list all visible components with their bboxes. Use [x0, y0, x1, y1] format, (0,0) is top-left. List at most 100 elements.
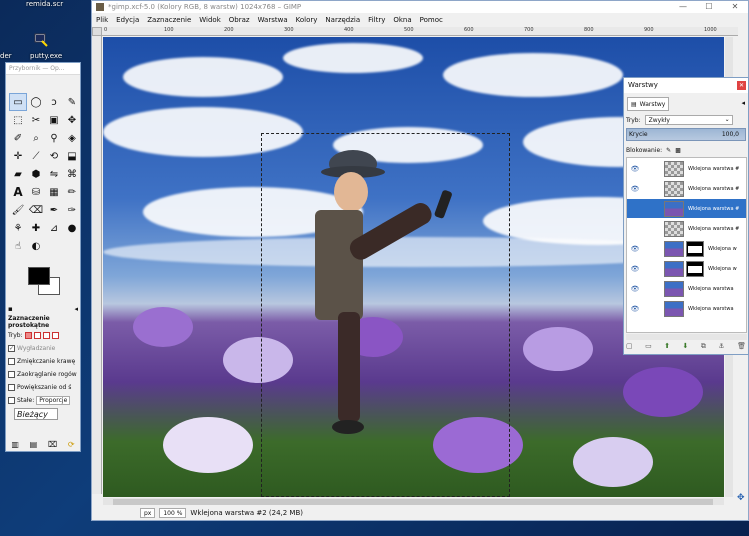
- layer-row[interactable]: 👁 Wklejona w: [627, 259, 746, 278]
- color-picker-tool-icon[interactable]: ✐: [9, 129, 27, 147]
- layer-mode-select[interactable]: Zwykły: [644, 115, 733, 125]
- fixed-checkbox[interactable]: [8, 397, 15, 404]
- foreground-color[interactable]: [28, 267, 50, 285]
- fuzzy-select-tool-icon[interactable]: ✎: [63, 93, 81, 111]
- layer-row[interactable]: 👁 Wklejona warstwa #: [627, 179, 746, 198]
- layer-row[interactable]: 👁 Wklejona warstwa: [627, 299, 746, 318]
- blur-tool-icon[interactable]: ●: [63, 219, 81, 237]
- raise-layer-icon[interactable]: ⬆: [664, 342, 670, 352]
- measure-tool-icon[interactable]: ⚲: [45, 129, 63, 147]
- feather-checkbox[interactable]: [8, 358, 15, 365]
- horizontal-ruler[interactable]: 0 100 200 300 400 500 600 700 800 900 10…: [102, 27, 738, 36]
- airbrush-tool-icon[interactable]: ✒: [45, 201, 63, 219]
- rotate-tool-icon[interactable]: ⟲: [45, 147, 63, 165]
- text-tool-icon[interactable]: A: [9, 183, 27, 201]
- zoom-tool-icon[interactable]: ⌕: [27, 129, 45, 147]
- menu-edycja[interactable]: Edycja: [116, 16, 139, 24]
- new-layer-icon[interactable]: ▢: [626, 342, 633, 352]
- menu-kolory[interactable]: Kolory: [296, 16, 318, 24]
- delete-layer-icon[interactable]: 🗑: [737, 342, 746, 352]
- menu-narzedzia[interactable]: Narzędzia: [325, 16, 360, 24]
- layer-row[interactable]: Wklejona warstwa #: [627, 219, 746, 238]
- antialias-checkbox[interactable]: ✓: [8, 345, 15, 352]
- layer-row[interactable]: 👁 Wklejona warstwa #: [627, 159, 746, 178]
- free-select-tool-icon[interactable]: ↄ: [45, 93, 63, 111]
- navigate-icon[interactable]: ✥: [737, 494, 746, 503]
- visibility-eye-icon[interactable]: 👁: [630, 245, 640, 253]
- delete-options-icon[interactable]: ⌧: [48, 440, 57, 449]
- rounded-row[interactable]: Zaokrąglanie rogów: [6, 368, 80, 381]
- maximize-button[interactable]: ☐: [696, 1, 722, 13]
- align-tool-icon[interactable]: ✛: [9, 147, 27, 165]
- bucket-fill-tool-icon[interactable]: ⛁: [27, 183, 45, 201]
- cage-tool-icon[interactable]: ⌘: [63, 165, 81, 183]
- opacity-slider[interactable]: Krycie 100,0: [626, 128, 746, 141]
- lock-alpha-icon[interactable]: ▩: [675, 147, 681, 154]
- menu-widok[interactable]: Widok: [199, 16, 221, 24]
- layer-row[interactable]: 👁 Wklejona w: [627, 239, 746, 258]
- mode-subtract-icon[interactable]: [42, 332, 50, 339]
- rect-select-tool-icon[interactable]: ▭: [9, 93, 27, 111]
- clone-tool-icon[interactable]: ⚘: [9, 219, 27, 237]
- pencil-tool-icon[interactable]: ✏: [63, 183, 81, 201]
- visibility-eye-icon[interactable]: 👁: [630, 305, 640, 313]
- dodge-burn-tool-icon[interactable]: ◐: [27, 237, 45, 255]
- menu-warstwa[interactable]: Warstwa: [258, 16, 288, 24]
- anchor-layer-icon[interactable]: ⚓: [718, 342, 724, 352]
- restore-options-icon[interactable]: ▤: [30, 440, 38, 449]
- expand-row[interactable]: Powiększanie od ś: [6, 381, 80, 394]
- smudge-tool-icon[interactable]: ☝: [9, 237, 27, 255]
- layers-close-button[interactable]: ✕: [737, 81, 746, 90]
- putty-icon[interactable]: [33, 32, 49, 48]
- save-options-icon[interactable]: ▥: [11, 440, 19, 449]
- mode-intersect-icon[interactable]: [51, 332, 59, 339]
- mode-replace-icon[interactable]: [24, 332, 32, 339]
- move-tool-icon[interactable]: ◈: [63, 129, 81, 147]
- menu-plik[interactable]: Plik: [96, 16, 108, 24]
- foreground-select-tool-icon[interactable]: ▣: [45, 111, 63, 129]
- feather-row[interactable]: Zmiękczanie krawę: [6, 355, 80, 368]
- vertical-ruler[interactable]: [92, 36, 102, 494]
- fixed-select[interactable]: Proporcje: [36, 396, 71, 405]
- layer-row[interactable]: 👁 Wklejona warstwa: [627, 279, 746, 298]
- perspective-tool-icon[interactable]: ⬢: [27, 165, 45, 183]
- ink-tool-icon[interactable]: ✑: [63, 201, 81, 219]
- layer-row-selected[interactable]: Wklejona warstwa #: [627, 199, 746, 218]
- heal-tool-icon[interactable]: ✚: [27, 219, 45, 237]
- lower-layer-icon[interactable]: ⬇: [683, 342, 689, 352]
- blend-tool-icon[interactable]: ▦: [45, 183, 63, 201]
- lock-pixels-icon[interactable]: ✎: [666, 147, 671, 154]
- expand-checkbox[interactable]: [8, 384, 15, 391]
- scissors-tool-icon[interactable]: ✂: [27, 111, 45, 129]
- duplicate-layer-icon[interactable]: ⧉: [701, 342, 706, 352]
- rounded-checkbox[interactable]: [8, 371, 15, 378]
- fg-bg-colors[interactable]: [28, 267, 66, 299]
- options-collapse-icon[interactable]: ◂: [74, 305, 78, 313]
- menu-zaznaczenie[interactable]: Zaznaczenie: [147, 16, 191, 24]
- rectangle-selection[interactable]: [261, 133, 510, 497]
- minimize-button[interactable]: —: [670, 1, 696, 13]
- shear-tool-icon[interactable]: ▰: [9, 165, 27, 183]
- current-field[interactable]: Bieżący: [14, 407, 58, 420]
- crop-tool-icon[interactable]: ⟋: [27, 147, 45, 165]
- paths-tool-icon[interactable]: ✥: [63, 111, 81, 129]
- scale-tool-icon[interactable]: ⬓: [63, 147, 81, 165]
- mode-add-icon[interactable]: [33, 332, 41, 339]
- eraser-tool-icon[interactable]: ⌫: [27, 201, 45, 219]
- menu-okna[interactable]: Okna: [393, 16, 411, 24]
- ellipse-select-tool-icon[interactable]: ◯: [27, 93, 45, 111]
- reset-options-icon[interactable]: ⟳: [68, 440, 75, 449]
- visibility-eye-icon[interactable]: 👁: [630, 285, 640, 293]
- antialias-row[interactable]: ✓ Wygładzanie: [6, 342, 80, 355]
- menu-obraz[interactable]: Obraz: [229, 16, 250, 24]
- paintbrush-tool-icon[interactable]: 🖌: [9, 201, 27, 219]
- ruler-corner[interactable]: [92, 27, 102, 36]
- visibility-eye-icon[interactable]: 👁: [630, 165, 640, 173]
- menu-pomoc[interactable]: Pomoc: [420, 16, 443, 24]
- layers-tab[interactable]: ▤ Warstwy: [627, 97, 670, 111]
- perspective-clone-tool-icon[interactable]: ⊿: [45, 219, 63, 237]
- color-select-tool-icon[interactable]: ⬚: [9, 111, 27, 129]
- unit-select[interactable]: px: [140, 507, 156, 518]
- menu-filtry[interactable]: Filtry: [368, 16, 385, 24]
- layers-horizontal-scrollbar[interactable]: [626, 334, 747, 340]
